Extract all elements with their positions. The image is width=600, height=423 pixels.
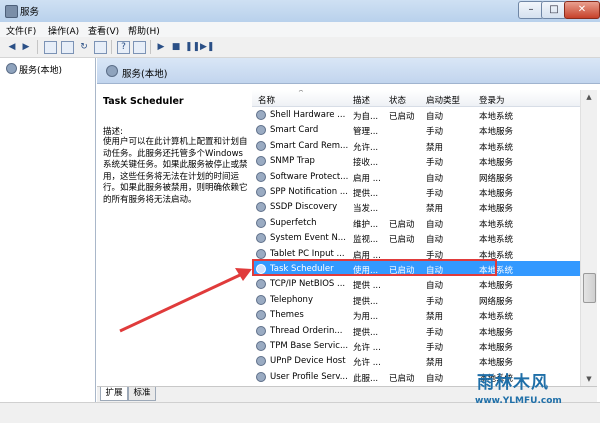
watermark-logo: 雨林木风 bbox=[477, 373, 549, 393]
watermark: 雨林木风 www.YLMFU.com bbox=[471, 368, 587, 416]
tab-standard[interactable]: 标准 bbox=[128, 387, 156, 401]
watermark-url: www.YLMFU.com bbox=[475, 396, 562, 406]
tab-extended[interactable]: 扩展 bbox=[100, 387, 128, 401]
annotation-arrow-icon bbox=[119, 268, 252, 333]
